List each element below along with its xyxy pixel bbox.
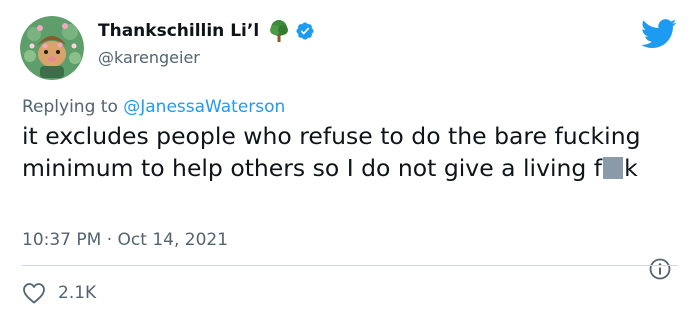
tweet-time: 10:37 PM: [22, 230, 102, 250]
username[interactable]: @karengeier: [98, 48, 200, 68]
like-button[interactable]: 2.1K: [22, 282, 96, 304]
tweet-date: Oct 14, 2021: [117, 230, 229, 250]
twitter-bird-icon[interactable]: [641, 19, 677, 49]
reply-handle-link[interactable]: @JanessaWaterson: [123, 97, 285, 117]
timestamp[interactable]: 10:37 PM · Oct 14, 2021: [22, 229, 228, 251]
meta-separator: ·: [101, 230, 118, 250]
tweet-text: it excludes people who refuse to do the …: [22, 120, 682, 184]
divider: [22, 265, 678, 266]
tweet-text-end: k: [624, 154, 638, 182]
censor-block: [603, 157, 624, 179]
tweet-text-main: it excludes people who refuse to do the …: [22, 122, 641, 182]
display-name[interactable]: Thankschillin Li’l: [98, 20, 315, 42]
avatar[interactable]: [20, 16, 84, 80]
like-count: 2.1K: [58, 283, 97, 303]
heart-icon: [23, 283, 45, 304]
avatar-image: [20, 16, 84, 80]
verified-badge-icon: [296, 22, 314, 40]
tree-icon: [270, 20, 289, 42]
display-name-text: Thankschillin Li’l: [98, 21, 260, 41]
replying-to: Replying to @JanessaWaterson: [22, 96, 285, 118]
tweet-card: Thankschillin Li’l @karengeier Replying …: [0, 0, 700, 319]
info-icon[interactable]: [648, 257, 672, 281]
replying-to-label: Replying to: [22, 97, 124, 117]
